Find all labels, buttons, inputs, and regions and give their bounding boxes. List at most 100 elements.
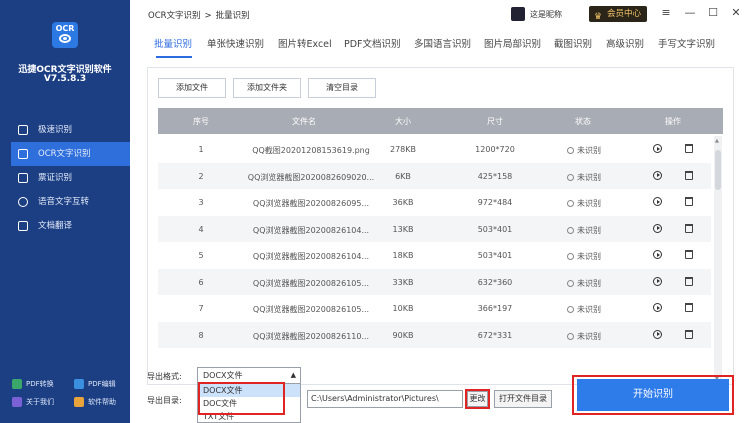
cell-filename: QQ浏览器截图20200826104... [252,225,370,235]
table-row[interactable]: 5 QQ浏览器截图20200826104... 18KB 503*401 未识别 [158,242,711,269]
lightning-icon [18,125,28,135]
tab-handwriting[interactable]: 手写文字识别 [658,36,715,50]
trash-icon[interactable] [685,170,693,180]
avatar[interactable] [511,7,525,21]
add-folder-button[interactable]: 添加文件夹 [233,78,301,98]
close-button[interactable]: ✕ [729,6,743,20]
trash-icon[interactable] [685,303,693,312]
tab-batch[interactable]: 批量识别 [154,36,192,50]
pdf-edit-link[interactable]: PDF编辑 [74,378,116,390]
status-radio-icon [567,332,574,340]
play-icon[interactable] [653,223,662,233]
tab-single-fast[interactable]: 单张快速识别 [207,36,264,50]
table-scrollbar[interactable]: ▲ ▼ [714,136,722,384]
trash-icon[interactable] [685,144,693,153]
file-table-body: 1 QQ截图20201208153619.png 278KB 1200*720 未识别 2… [158,136,711,384]
title-bar: OCR文字识别 > 批量识别 这是昵称 ♛ 会员中心 ≡ — ☐ ✕ [130,0,750,30]
sidebar-item-label: OCR文字识别 [38,149,91,159]
status-text: 未识别 [577,278,601,288]
link-label: 软件帮助 [88,398,116,406]
scrollbar-thumb[interactable] [715,150,721,190]
status-radio-icon [567,253,574,260]
col-header-size: 大小 [395,117,411,126]
tab-image-to-excel[interactable]: 图片转Excel [278,36,332,50]
trash-icon[interactable] [685,197,693,206]
sidebar-item-fast-recognize[interactable]: 极速识别 [0,118,130,142]
trash-icon[interactable] [685,276,693,286]
col-header-no: 序号 [193,117,209,126]
translate-icon [18,221,28,231]
tab-advanced[interactable]: 高级识别 [606,36,644,50]
table-row[interactable]: 1 QQ截图20201208153619.png 278KB 1200*720 未识别 [158,136,711,163]
username[interactable]: 这是昵称 [530,9,562,20]
active-tab-indicator [156,56,192,58]
cell-filename: QQ浏览器截图20200826110... [252,331,370,341]
export-format-value: DOCX文件 [203,371,243,380]
play-icon[interactable] [653,303,662,312]
about-us-link[interactable]: 关于我们 [12,396,54,408]
breadcrumb: OCR文字识别 > 批量识别 [148,9,250,21]
play-icon[interactable] [653,144,662,153]
cell-status: 未识别 [556,251,612,262]
tab-multi-language[interactable]: 多国语言识别 [414,36,471,50]
trash-icon[interactable] [685,223,693,233]
help-link[interactable]: 软件帮助 [74,396,116,408]
eye-icon [59,34,71,43]
sidebar-item-ocr[interactable]: OCR文字识别 [11,142,130,166]
add-file-button[interactable]: 添加文件 [158,78,226,98]
clear-list-button[interactable]: 清空目录 [308,78,376,98]
table-row[interactable]: 4 QQ浏览器截图20200826104... 13KB 503*401 未识别 [158,215,711,242]
scroll-up-arrow-icon[interactable]: ▲ [715,138,719,144]
trash-icon[interactable] [685,329,693,339]
play-icon[interactable] [653,250,662,259]
status-radio-icon [567,200,574,207]
play-icon[interactable] [653,197,662,206]
sidebar-item-label: 极速识别 [38,125,73,135]
cell-filename: QQ浏览器截图20200826105... [252,305,370,314]
sidebar-item-speech[interactable]: 语音文字互转 [0,190,130,214]
export-format-label: 导出格式: [147,372,182,381]
status-text: 未识别 [577,225,601,235]
minimize-button[interactable]: — [683,6,697,20]
open-folder-button[interactable]: 打开文件目录 [494,390,552,408]
tab-screenshot[interactable]: 截图识别 [554,36,592,50]
play-icon[interactable] [653,276,662,286]
cell-filename: QQ浏览器截图20200826104... [252,252,370,261]
file-panel: 添加文件 添加文件夹 清空目录 序号 文件名 大小 尺寸 状态 操作 1 QQ截图… [147,67,734,385]
breadcrumb-root[interactable]: OCR文字识别 [148,11,201,21]
sidebar-item-ticket[interactable]: 票证识别 [0,166,130,190]
tab-pdf-recognize[interactable]: PDF文档识别 [344,36,401,50]
status-text: 未识别 [577,252,601,261]
app-logo-icon: OCR [52,22,78,48]
highlight-box-start [572,375,734,415]
pdf-convert-link[interactable]: PDF转换 [12,378,54,390]
table-row[interactable]: 3 QQ浏览器截图20200826095... 36KB 972*484 未识别 [158,189,711,216]
sidebar-item-translate[interactable]: 文档翻译 [0,214,130,238]
cell-status: 未识别 [556,304,612,315]
table-row[interactable]: 7 QQ浏览器截图20200826105... 10KB 366*197 未识别 [158,295,711,322]
play-icon[interactable] [653,329,662,339]
sidebar-item-label: 文档翻译 [38,221,73,231]
tab-partial-image[interactable]: 图片局部识别 [484,36,541,50]
vip-center-button[interactable]: ♛ 会员中心 [589,6,647,22]
cell-dimensions: 1200*720 [475,145,515,154]
status-radio-icon [567,173,574,181]
cell-size: 33KB [392,277,414,287]
col-header-filename: 文件名 [292,117,316,126]
cell-no: 3 [198,198,204,207]
cell-filename: QQ浏览器截图20200826105... [252,278,370,288]
pdf-convert-icon [12,379,22,389]
table-row[interactable]: 2 QQ浏览器截图2020082609020... 6KB 425*158 未识别 [158,162,711,189]
cell-filename: QQ截图20201208153619.png [252,146,370,155]
menu-icon[interactable]: ≡ [659,6,673,20]
play-icon[interactable] [653,170,662,180]
table-row[interactable]: 6 QQ浏览器截图20200826105... 33KB 632*360 未识别 [158,268,711,295]
table-row[interactable]: 8 QQ浏览器截图20200826110... 90KB 672*331 未识别 [158,321,711,348]
cell-no: 5 [198,251,204,260]
export-dir-input[interactable]: C:\Users\Administrator\Pictures\ [307,390,463,408]
trash-icon[interactable] [685,250,693,259]
microphone-icon [18,197,28,207]
maximize-button[interactable]: ☐ [706,6,720,20]
link-label: 关于我们 [26,398,54,406]
status-radio-icon [567,306,574,313]
